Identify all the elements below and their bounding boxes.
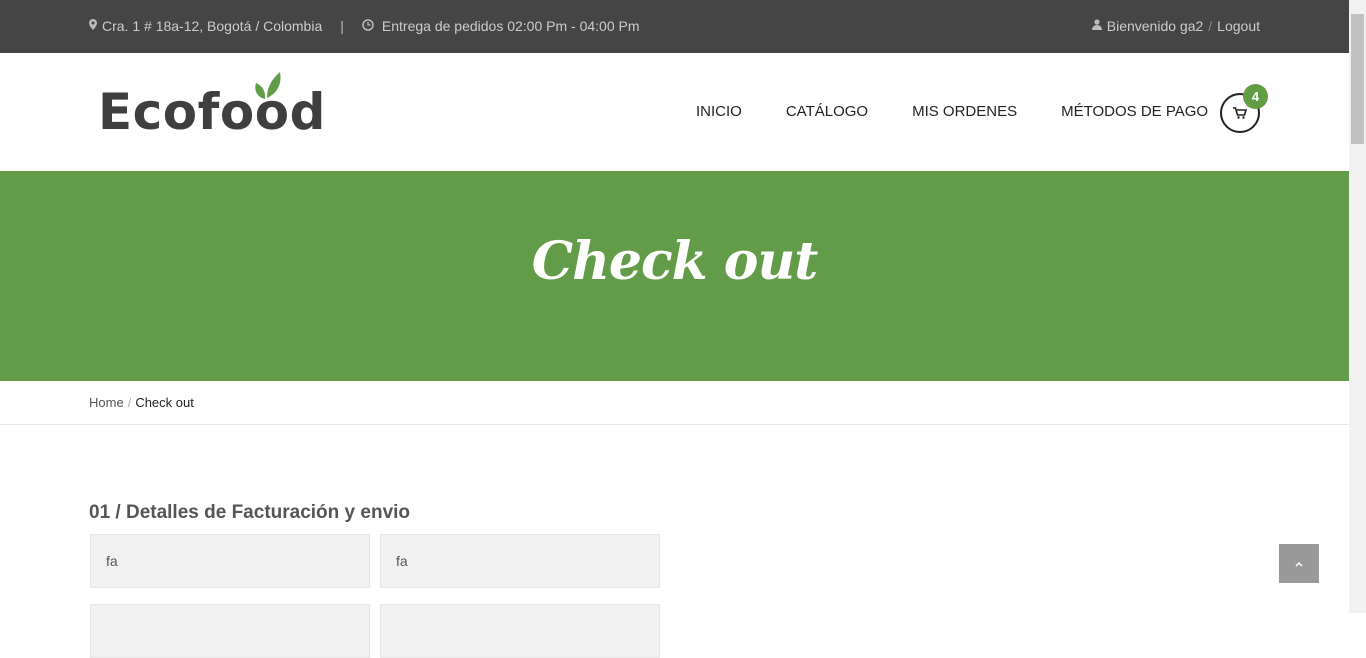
- breadcrumb-separator: /: [127, 395, 132, 410]
- site-header: Ecofood INICIO CATÁLOGO MIS ORDENES MÉTO…: [0, 53, 1349, 171]
- scroll-to-top-button[interactable]: [1279, 544, 1319, 583]
- top-bar-user: Bienvenido ga2 / Logout: [1091, 18, 1260, 34]
- nav-metodos-de-pago[interactable]: MÉTODOS DE PAGO: [1061, 103, 1208, 120]
- clock-icon: [362, 18, 374, 34]
- breadcrumb-home[interactable]: Home: [89, 395, 124, 410]
- nav-mis-ordenes[interactable]: MIS ORDENES: [912, 103, 1017, 120]
- cart-icon: [1233, 107, 1247, 119]
- last-name-field[interactable]: [380, 534, 660, 588]
- main-nav: INICIO CATÁLOGO MIS ORDENES MÉTODOS DE P…: [696, 103, 1252, 120]
- nav-inicio[interactable]: INICIO: [696, 103, 742, 120]
- address-text: Cra. 1 # 18a-12, Bogotá / Colombia: [102, 18, 323, 34]
- cart-count-badge: 4: [1243, 84, 1268, 109]
- logout-link[interactable]: Logout: [1217, 18, 1260, 34]
- page-banner: Check out: [0, 171, 1349, 381]
- map-marker-icon: [89, 19, 97, 33]
- scrollbar[interactable]: [1349, 0, 1366, 613]
- first-name-field[interactable]: [90, 534, 370, 588]
- delivery-text: Entrega de pedidos 02:00 Pm - 04:00 Pm: [381, 18, 640, 34]
- nav-catalogo[interactable]: CATÁLOGO: [786, 103, 868, 120]
- next-field-right[interactable]: [380, 604, 660, 658]
- breadcrumb-current: Check out: [135, 395, 194, 410]
- slash: /: [1208, 18, 1213, 34]
- breadcrumb: Home / Check out: [89, 395, 194, 410]
- billing-section-title: 01 / Detalles de Facturación y envio: [89, 502, 411, 523]
- user-icon: [1091, 19, 1102, 33]
- page-title: Check out: [531, 231, 819, 292]
- separator: |: [340, 18, 344, 34]
- leaf-logo-icon: [255, 72, 281, 99]
- top-bar: Cra. 1 # 18a-12, Bogotá / Colombia | Ent…: [0, 0, 1349, 53]
- top-bar-info: Cra. 1 # 18a-12, Bogotá / Colombia | Ent…: [89, 18, 640, 34]
- divider: [0, 424, 1349, 425]
- chevron-up-icon: [1295, 561, 1303, 567]
- next-field-left[interactable]: [90, 604, 370, 658]
- scrollbar-thumb[interactable]: [1351, 14, 1364, 144]
- welcome-text: Bienvenido ga2: [1106, 18, 1204, 34]
- logo[interactable]: Ecofood: [98, 83, 326, 141]
